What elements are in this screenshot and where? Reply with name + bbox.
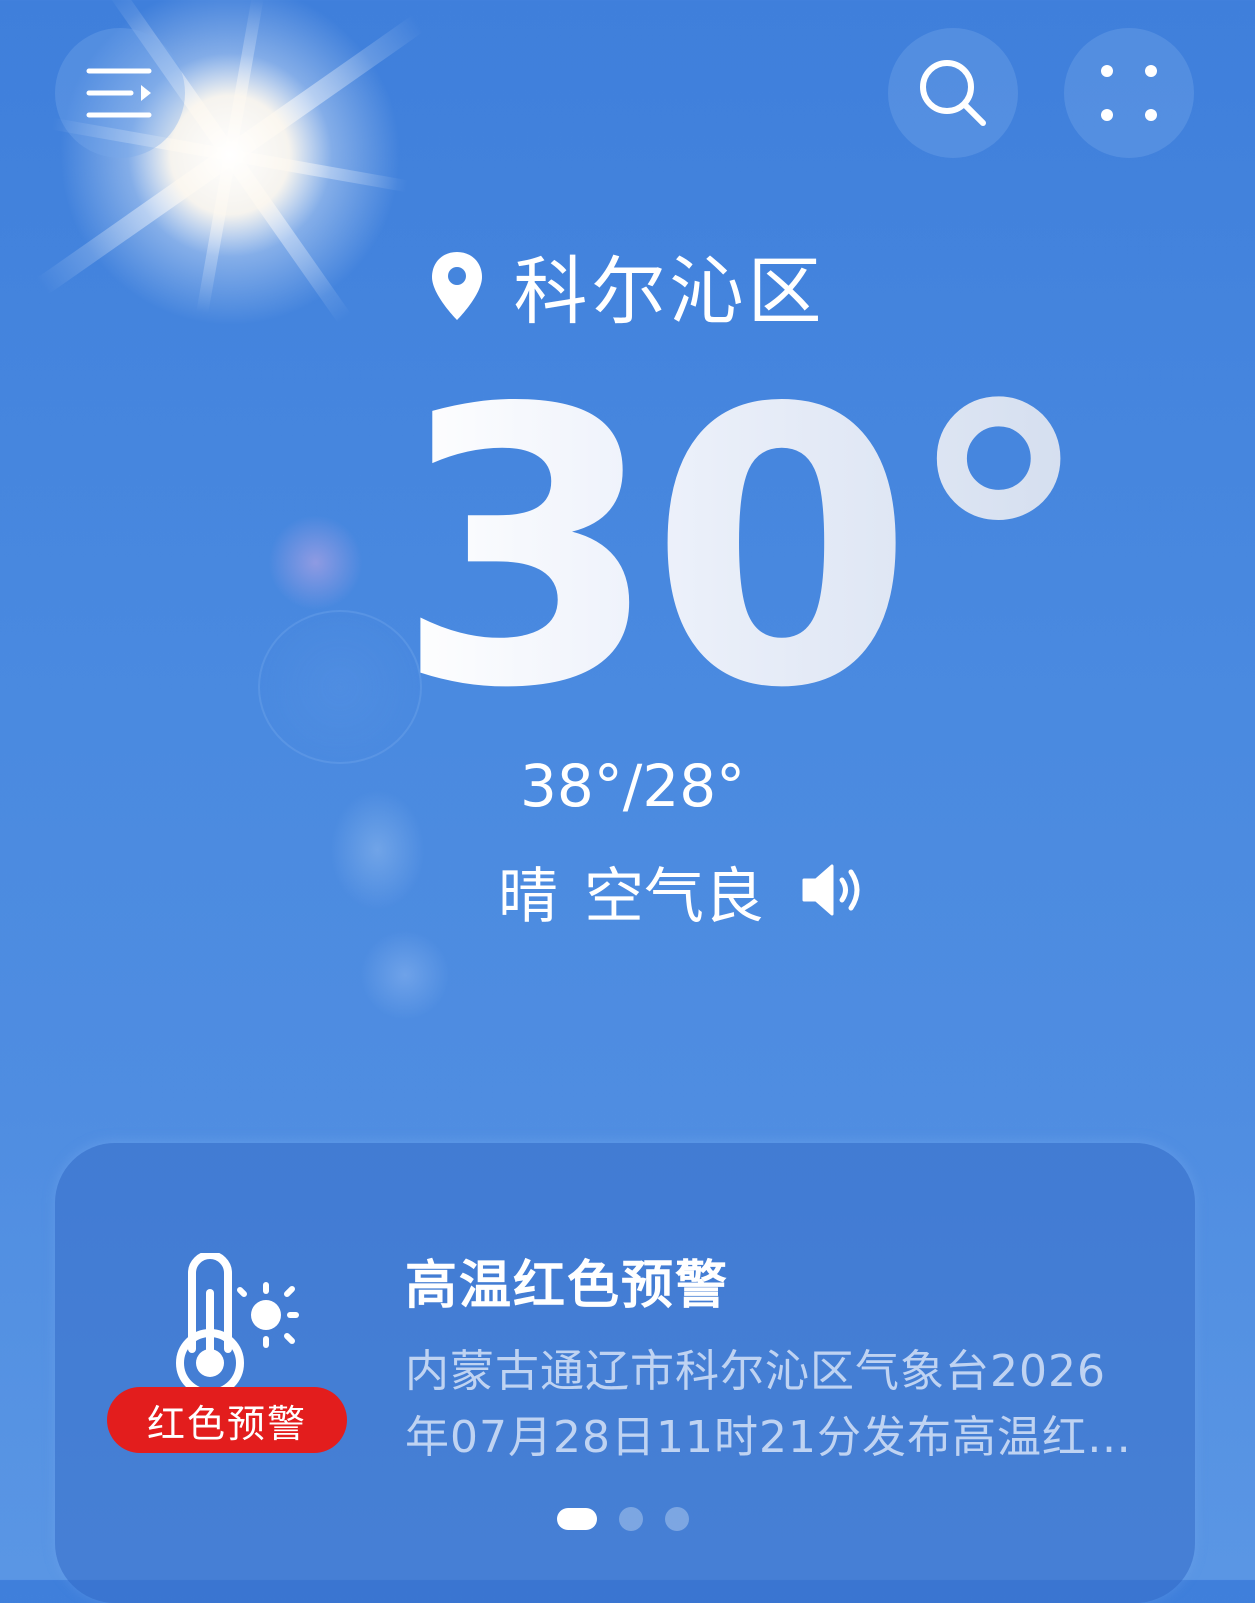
location-pin-icon (431, 251, 482, 320)
air-quality: 空气良 (584, 862, 764, 932)
current-temperature: 30° (395, 328, 1094, 771)
location-name: 科尔沁区 (513, 249, 826, 335)
high-low-temperature: 38°/28° (520, 752, 746, 820)
more-button[interactable] (1064, 28, 1194, 158)
lens-flare (360, 930, 450, 1020)
weather-alert-card[interactable]: 红色预警 高温红色预警 内蒙古通辽市科尔沁区气象台2026年07月28日11时2… (55, 1143, 1195, 1603)
speaker-button[interactable] (800, 862, 870, 922)
location-header[interactable]: 科尔沁区 (0, 232, 1255, 339)
pager-dot[interactable] (619, 1507, 643, 1531)
menu-icon (86, 68, 152, 118)
search-icon (920, 60, 986, 126)
alert-pager (557, 1507, 689, 1531)
alert-title: 高温红色预警 (405, 1256, 730, 1316)
thermometer-sun-icon (176, 1253, 299, 1393)
weather-condition-row: 晴 空气良 (498, 848, 870, 935)
alert-level-badge: 红色预警 (107, 1387, 347, 1453)
alert-description: 内蒙古通辽市科尔沁区气象台2026年07月28日11时21分发布高温红色预警 (405, 1346, 1132, 1463)
menu-button[interactable] (55, 28, 185, 158)
weather-condition: 晴 (498, 862, 558, 932)
speaker-icon (802, 864, 860, 915)
grid-dots-icon (1101, 65, 1157, 121)
pager-dot-active[interactable] (557, 1508, 597, 1530)
pager-dot[interactable] (665, 1507, 689, 1531)
lens-flare (268, 515, 363, 610)
lens-flare (330, 790, 425, 910)
search-button[interactable] (888, 28, 1018, 158)
